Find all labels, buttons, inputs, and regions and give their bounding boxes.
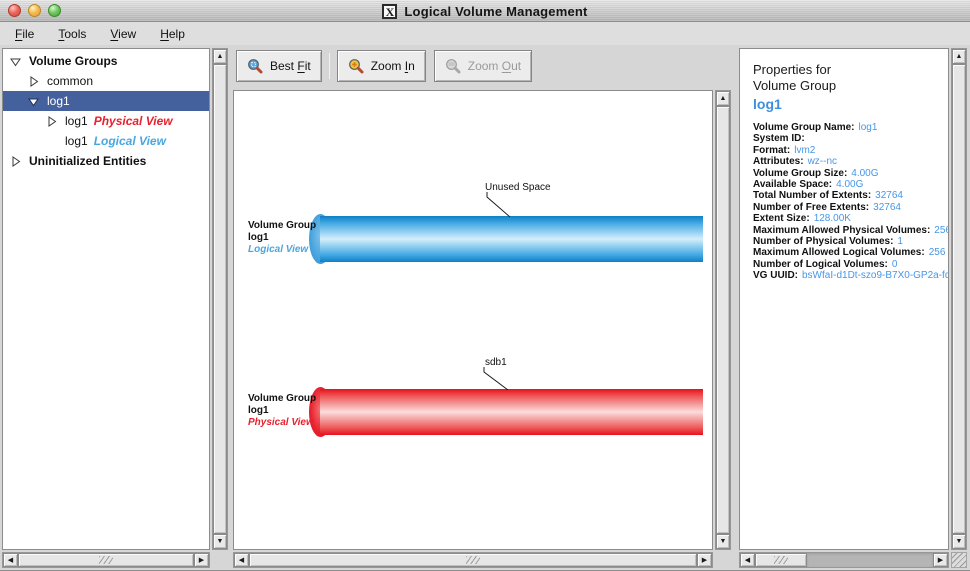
zoom-out-button: Zoom Out	[434, 50, 532, 82]
scrollbar-thumb[interactable]	[249, 553, 697, 567]
property-row: Number of Physical Volumes:1	[753, 236, 948, 247]
property-row: Format:lvm2	[753, 145, 948, 156]
properties-panel: Properties for Volume Group log1 Volume …	[739, 48, 967, 568]
scrollbar-corner	[715, 552, 731, 568]
sidebar-vertical-scrollbar[interactable]	[212, 48, 228, 550]
property-row: Attributes:wz--nc	[753, 156, 948, 167]
titlebar[interactable]: X Logical Volume Management	[0, 0, 970, 22]
title-area: X Logical Volume Management	[0, 0, 970, 22]
properties-vertical-scrollbar[interactable]	[951, 48, 967, 550]
magnifier-zoom-out-icon	[445, 58, 462, 75]
tree-item-uninitialized-entities[interactable]: Uninitialized Entities	[3, 151, 209, 171]
scrollbar-thumb[interactable]	[716, 106, 730, 534]
scroll-right-button[interactable]	[933, 553, 948, 567]
scrollbar-thumb[interactable]	[755, 553, 807, 567]
property-row: System ID:	[753, 133, 948, 144]
canvas-horizontal-scrollbar[interactable]	[233, 552, 713, 568]
magnifier-best-fit-icon	[247, 58, 264, 75]
thumb-grip	[774, 556, 788, 564]
window-resize-grip[interactable]	[951, 552, 967, 568]
property-row: Maximum Allowed Logical Volumes:256	[753, 247, 948, 258]
scrollbar-thumb[interactable]	[18, 553, 194, 567]
tree-item-label: log1	[65, 134, 88, 148]
best-fit-button[interactable]: Best Fit	[236, 50, 322, 82]
physical-volume-label: Volume Group log1 Physical View	[248, 393, 316, 429]
toolbar-separator	[329, 53, 330, 79]
property-row: Number of Logical Volumes:0	[753, 259, 948, 270]
window-title: Logical Volume Management	[404, 4, 587, 19]
tree-item-view-label: Physical View	[94, 114, 173, 128]
scroll-up-button[interactable]	[716, 91, 730, 106]
property-row: Maximum Allowed Physical Volumes:256	[753, 225, 948, 236]
properties-horizontal-scrollbar[interactable]	[739, 552, 949, 568]
logical-volume-label: Volume Group log1 Logical View	[248, 220, 316, 256]
volume-canvas: Volume Group log1 Logical View Unused Sp…	[233, 90, 713, 550]
expander-open-icon[interactable]	[27, 95, 39, 107]
tree-item-view-label: Logical View	[94, 134, 166, 148]
scroll-up-button[interactable]	[952, 49, 966, 64]
menu-tools[interactable]: Tools	[51, 24, 93, 44]
property-row: Volume Group Name:log1	[753, 122, 948, 133]
x11-app-icon: X	[382, 4, 397, 19]
expander-closed-icon[interactable]	[9, 155, 21, 167]
cylinder-body	[320, 389, 703, 435]
tree-item-label: log1	[47, 94, 70, 108]
tree-item-log1-physical-view[interactable]: log1 Physical View	[3, 111, 209, 131]
sidebar-panel: Volume Groups common log1	[2, 48, 228, 568]
canvas-vertical-scrollbar[interactable]	[715, 90, 731, 550]
tree-item-label: Volume Groups	[29, 54, 117, 68]
tree-item-common[interactable]: common	[3, 71, 209, 91]
property-row: VG UUID:bsWfaI-d1Dt-szo9-B7X0-GP2a-fdRQ-…	[753, 270, 948, 281]
property-row: Number of Free Extents:32764	[753, 202, 948, 213]
thumb-grip	[99, 556, 113, 564]
main-area: Volume Groups common log1	[0, 45, 970, 571]
scroll-down-button[interactable]	[716, 534, 730, 549]
tree-item-volume-groups[interactable]: Volume Groups	[3, 51, 209, 71]
zoom-toolbar: Best Fit Zoom In	[233, 48, 731, 88]
property-row: Total Number of Extents:32764	[753, 190, 948, 201]
menu-file[interactable]: File	[8, 24, 41, 44]
menu-view[interactable]: View	[103, 24, 143, 44]
menu-help[interactable]: Help	[153, 24, 192, 44]
tree-item-log1-logical-view[interactable]: log1 Logical View	[3, 131, 209, 151]
tree-item-label: log1	[65, 114, 88, 128]
expander-closed-icon[interactable]	[45, 115, 57, 127]
volume-tree: Volume Groups common log1	[2, 48, 210, 550]
magnifier-zoom-in-icon	[348, 58, 365, 75]
properties-heading-type: Volume Group	[753, 78, 948, 94]
tree-item-label: Uninitialized Entities	[29, 154, 146, 168]
scroll-left-button[interactable]	[740, 553, 755, 567]
scroll-down-button[interactable]	[952, 534, 966, 549]
scroll-left-button[interactable]	[234, 553, 249, 567]
scroll-right-button[interactable]	[194, 553, 209, 567]
expander-open-icon[interactable]	[9, 55, 21, 67]
properties-view: Properties for Volume Group log1 Volume …	[739, 48, 949, 550]
zoom-in-button[interactable]: Zoom In	[337, 50, 426, 82]
canvas-panel: Best Fit Zoom In	[233, 48, 731, 568]
sdb1-annotation: sdb1	[485, 357, 507, 368]
scroll-right-button[interactable]	[697, 553, 712, 567]
scroll-left-button[interactable]	[3, 553, 18, 567]
property-row: Extent Size:128.00K	[753, 213, 948, 224]
annotation-leader-lines	[234, 91, 712, 549]
expander-closed-icon[interactable]	[27, 75, 39, 87]
scrollbar-corner	[212, 552, 228, 568]
scrollbar-track[interactable]	[807, 553, 933, 567]
sidebar-horizontal-scrollbar[interactable]	[2, 552, 210, 568]
tree-item-label: common	[47, 74, 93, 88]
menubar: File Tools View Help	[0, 22, 970, 45]
scroll-down-button[interactable]	[213, 534, 227, 549]
unused-space-annotation: Unused Space	[485, 182, 551, 193]
properties-heading: Properties for	[753, 62, 948, 78]
tree-item-log1[interactable]: log1	[3, 91, 209, 111]
thumb-grip	[466, 556, 480, 564]
property-row: Available Space:4.00G	[753, 179, 948, 190]
scroll-up-button[interactable]	[213, 49, 227, 64]
property-row: Volume Group Size:4.00G	[753, 168, 948, 179]
cylinder-body	[320, 216, 703, 262]
properties-subject: log1	[753, 96, 948, 113]
app-window: X Logical Volume Management File Tools V…	[0, 0, 970, 571]
scrollbar-thumb[interactable]	[952, 64, 966, 534]
scrollbar-thumb[interactable]	[213, 64, 227, 534]
